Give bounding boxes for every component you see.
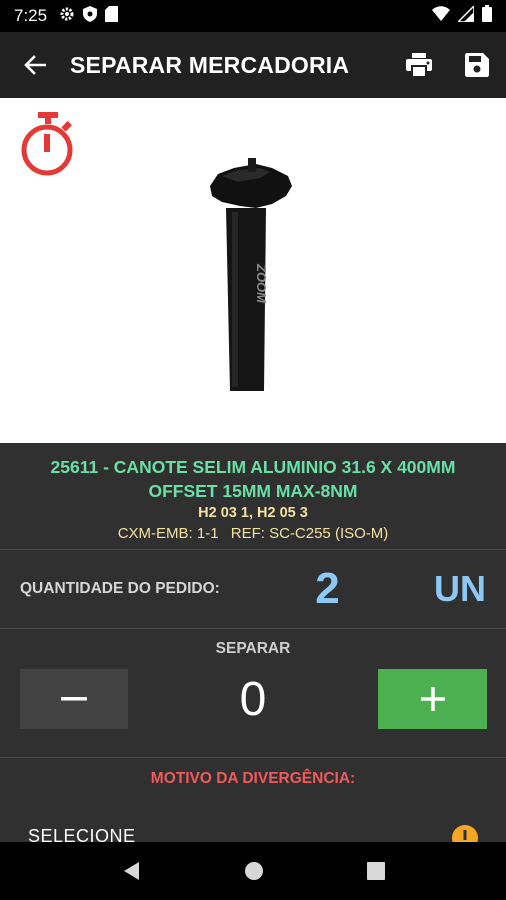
save-button[interactable]	[448, 32, 506, 98]
product-name-line1: 25611 - CANOTE SELIM ALUMINIO 31.6 X 400…	[50, 457, 456, 477]
product-location: H2 03 1, H2 05 3	[198, 505, 308, 521]
order-quantity-unit: UN	[434, 568, 486, 609]
separate-quantity-value[interactable]: 0	[200, 672, 306, 727]
settings-icon	[59, 6, 75, 27]
save-icon	[465, 53, 489, 77]
wifi-icon	[432, 6, 450, 26]
arrow-left-icon	[24, 55, 46, 75]
nav-home-icon[interactable]	[244, 861, 264, 881]
product-image-area: ZOOM	[0, 98, 506, 443]
product-photo: ZOOM	[210, 158, 292, 391]
brand-mark: ZOOM	[254, 263, 269, 304]
nav-back-icon[interactable]	[121, 861, 141, 881]
product-name-line2: OFFSET 15MM MAX-8NM	[148, 481, 358, 501]
status-time: 7:25	[14, 6, 48, 25]
reference-info: REF: SC-C255 (ISO-M)	[230, 525, 389, 542]
print-icon	[406, 53, 432, 77]
separate-label: SEPARAR	[215, 640, 291, 657]
minus-icon	[61, 697, 87, 701]
decrement-button[interactable]	[20, 669, 128, 729]
divider	[0, 757, 506, 758]
nav-recents-icon[interactable]	[366, 862, 385, 880]
navigation-bar	[0, 842, 506, 900]
increment-button[interactable]	[378, 669, 487, 729]
stopwatch-icon[interactable]	[18, 112, 78, 176]
page-title: SEPARAR MERCADORIA	[70, 51, 350, 78]
divergence-label: MOTIVO DA DIVERGÊNCIA:	[150, 770, 356, 787]
packaging-info: CXM-EMB: 1-1	[117, 525, 219, 542]
order-quantity-label: QUANTIDADE DO PEDIDO:	[20, 580, 220, 597]
plus-icon	[420, 687, 445, 711]
order-quantity-value: 2	[315, 564, 340, 613]
print-button[interactable]	[390, 32, 448, 98]
status-bar: 7:25	[0, 0, 506, 32]
app-bar: SEPARAR MERCADORIA	[0, 32, 506, 98]
shield-icon	[83, 5, 98, 27]
product-meta: CXM-EMB: 1-1 REF: SC-C255 (ISO-M)	[0, 523, 506, 545]
signal-icon	[456, 3, 475, 27]
order-quantity-row: QUANTIDADE DO PEDIDO: 2 UN	[0, 550, 506, 628]
battery-icon	[482, 5, 492, 27]
sd-card-icon	[105, 5, 119, 27]
divider	[0, 628, 506, 629]
back-button[interactable]	[0, 32, 70, 98]
product-info: 25611 - CANOTE SELIM ALUMINIO 31.6 X 400…	[0, 443, 506, 549]
